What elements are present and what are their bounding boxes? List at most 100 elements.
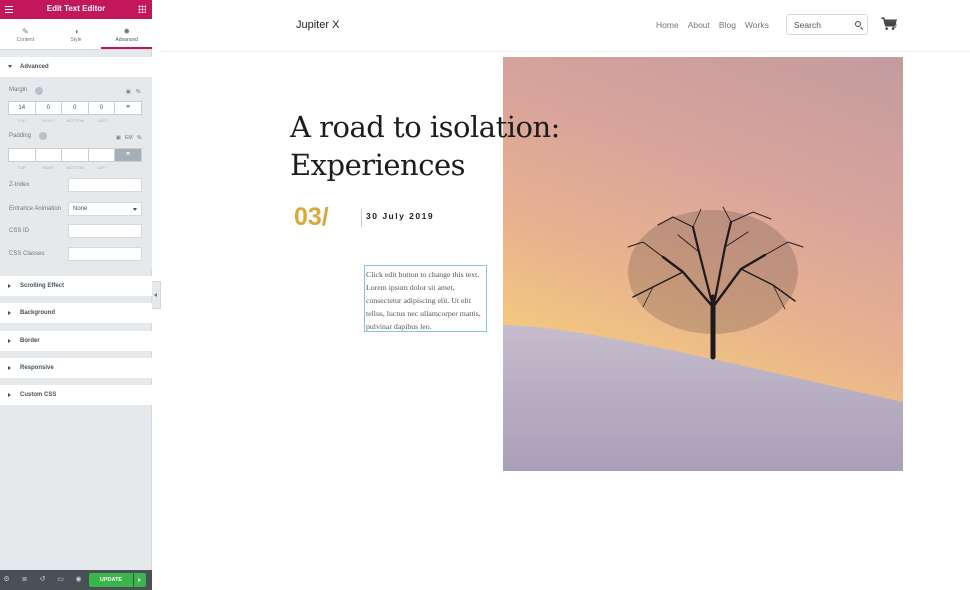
preview-eye-icon[interactable]: ◉: [74, 575, 83, 585]
tab-advanced-label: Advanced: [115, 37, 138, 43]
entrance-animation-select[interactable]: None: [68, 202, 142, 216]
section-responsive[interactable]: Responsive: [0, 358, 152, 378]
panel-title: Edit Text Editor: [46, 4, 106, 13]
margin-side-labels: TOP RIGHT BOTTOM LEFT: [8, 118, 116, 123]
margin-left-input[interactable]: 0: [89, 102, 115, 114]
headline-line-2: Experiences: [290, 148, 466, 182]
nav-item-about[interactable]: About: [688, 20, 710, 30]
search-icon: [855, 21, 861, 27]
panel-footer: ⚙ ≣ ↺ ▭ ◉ UPDATE: [0, 570, 152, 590]
side-label: LEFT: [97, 165, 108, 170]
panel-header: Edit Text Editor: [0, 0, 152, 19]
headline-line-1: A road to isolation:: [290, 110, 560, 144]
cart-icon[interactable]: [877, 17, 901, 31]
side-label: RIGHT: [42, 165, 55, 170]
padding-left-input[interactable]: [89, 149, 115, 161]
divider: [361, 209, 362, 227]
tab-style-label: Style: [70, 37, 82, 43]
side-label: RIGHT: [42, 118, 55, 123]
section-label: Custom CSS: [20, 392, 57, 398]
text-editor-widget[interactable]: Click edit button to change this text. L…: [364, 265, 487, 332]
search-placeholder: Search: [794, 20, 821, 30]
responsive-icon[interactable]: [39, 132, 47, 140]
section-scrolling-effect[interactable]: Scrolling Effect: [0, 276, 152, 296]
margin-label: Margin: [9, 87, 28, 93]
save-options-button[interactable]: [134, 573, 146, 587]
post-number: 03/: [294, 203, 329, 231]
padding-unit-em[interactable]: EM: [125, 135, 133, 141]
margin-bottom-input[interactable]: 0: [62, 102, 89, 114]
history-icon[interactable]: ↺: [38, 575, 47, 585]
z-index-input[interactable]: [68, 178, 142, 192]
side-label: BOTTOM: [66, 118, 85, 123]
caret-down-icon: [8, 65, 12, 68]
margin-right-input[interactable]: 0: [36, 102, 62, 114]
monitor-icon: ▣: [126, 89, 131, 95]
responsive-mode-icon[interactable]: ▭: [56, 575, 65, 585]
hero-image: [503, 57, 903, 471]
nav-item-blog[interactable]: Blog: [719, 20, 736, 30]
entrance-animation-label: Entrance Animation: [9, 206, 62, 212]
site-header: Jupiter X Home About Blog Works Search 0: [160, 0, 970, 52]
panel-tabs: ✎ Content ◑ Style ✹ Advanced: [0, 19, 153, 50]
link-values-icon[interactable]: ⚭: [115, 102, 141, 114]
post-date: 30 July 2019: [366, 211, 435, 221]
side-label: LEFT: [97, 118, 108, 123]
nav-item-home[interactable]: Home: [656, 20, 679, 30]
tab-content[interactable]: ✎ Content: [0, 19, 51, 49]
nav-item-works[interactable]: Works: [745, 20, 769, 30]
pencil-icon: ✎: [21, 27, 29, 36]
side-label: TOP: [17, 118, 26, 123]
css-id-input[interactable]: [68, 224, 142, 238]
section-background[interactable]: Background: [0, 303, 152, 323]
update-button[interactable]: UPDATE: [89, 573, 133, 587]
section-label: Responsive: [20, 365, 54, 371]
padding-bottom-input[interactable]: [62, 149, 89, 161]
section-advanced-label: Advanced: [20, 64, 49, 70]
section-label: Border: [20, 338, 40, 344]
entrance-animation-value: None: [73, 206, 88, 212]
z-index-label: Z-Index: [9, 182, 30, 188]
section-border[interactable]: Border: [0, 331, 152, 351]
cart-count: 0: [892, 20, 897, 30]
tab-advanced[interactable]: ✹ Advanced: [101, 19, 153, 49]
padding-inputs: ⚭: [8, 148, 142, 162]
collapse-panel-handle[interactable]: [152, 281, 161, 309]
caret-right-icon: [8, 393, 11, 397]
padding-label: Padding: [9, 133, 32, 139]
post-headline[interactable]: A road to isolation: Experiences: [290, 108, 560, 184]
settings-icon[interactable]: ⚙: [2, 575, 11, 585]
margin-top-input[interactable]: 14: [9, 102, 36, 114]
section-custom-css[interactable]: Custom CSS: [0, 385, 152, 405]
section-label: Scrolling Effect: [20, 283, 65, 289]
gear-icon: ✹: [123, 27, 131, 36]
section-advanced[interactable]: Advanced: [0, 57, 152, 77]
tab-style[interactable]: ◑ Style: [51, 19, 102, 49]
navigator-icon[interactable]: ≣: [20, 575, 29, 585]
margin-unit[interactable]: %: [136, 89, 140, 95]
caret-right-icon: [8, 284, 11, 288]
padding-top-input[interactable]: [9, 149, 36, 161]
link-values-icon[interactable]: ⚭: [115, 149, 141, 161]
section-label: Background: [20, 310, 56, 316]
padding-unit-percent[interactable]: %: [137, 135, 141, 141]
side-label: BOTTOM: [66, 165, 85, 170]
widgets-grid-icon[interactable]: [138, 5, 146, 13]
tab-content-label: Content: [16, 37, 35, 43]
monitor-icon: ▣: [116, 135, 121, 141]
caret-right-icon: [8, 366, 11, 370]
site-logo[interactable]: Jupiter X: [296, 19, 339, 31]
tree-on-hill-image: [503, 206, 903, 471]
css-id-label: CSS ID: [9, 228, 30, 234]
side-label: TOP: [17, 165, 26, 170]
padding-side-labels: TOP RIGHT BOTTOM LEFT: [8, 165, 116, 170]
search-input[interactable]: Search: [786, 14, 868, 35]
responsive-icon[interactable]: [35, 87, 43, 95]
site-nav: Home About Blog Works: [656, 20, 769, 30]
margin-inputs: 14 0 0 0 ⚭: [8, 101, 142, 115]
caret-right-icon: [8, 311, 11, 315]
padding-right-input[interactable]: [36, 149, 62, 161]
css-classes-input[interactable]: [68, 247, 142, 261]
chevron-down-icon: [133, 208, 137, 211]
editor-panel: Edit Text Editor ✎ Content ◑ Style ✹ Adv…: [0, 0, 153, 590]
